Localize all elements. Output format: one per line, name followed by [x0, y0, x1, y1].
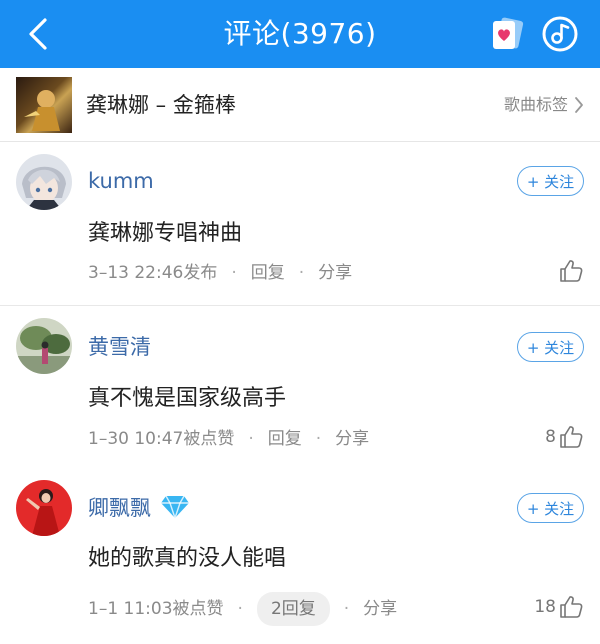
share-button[interactable]: 分享	[335, 426, 369, 452]
song-tag-label: 歌曲标签	[503, 95, 568, 114]
comment-text[interactable]: 龚琳娜专唱神曲	[88, 218, 242, 250]
like-button[interactable]: 8	[545, 424, 584, 450]
song-tag-link[interactable]: 歌曲标签	[504, 92, 584, 118]
like-button[interactable]: 18	[534, 594, 584, 620]
follow-button[interactable]: + 关注	[517, 166, 584, 196]
album-cover[interactable]	[16, 77, 72, 133]
comment-text[interactable]: 她的歌真的没人能唱	[88, 543, 286, 575]
avatar[interactable]	[16, 480, 72, 536]
anime-avatar-image	[16, 154, 72, 210]
comment-time: 1–30 10:47被点赞	[88, 429, 235, 449]
comment-meta: 1–30 10:47被点赞 · 回复 · 分享	[88, 426, 369, 452]
reply-button[interactable]: 回复	[268, 426, 302, 452]
user-name[interactable]: kumm	[88, 167, 154, 195]
comment-item: kumm + 关注 龚琳娜专唱神曲 3–13 22:46发布 · 回复 · 分享	[0, 142, 600, 306]
heart-card-icon	[493, 17, 524, 49]
thumbs-up-icon	[560, 426, 583, 448]
user-name[interactable]: 黄雪清	[88, 333, 151, 361]
separator-dot: ·	[298, 263, 305, 283]
song-title[interactable]: 龚琳娜 – 金箍棒	[86, 90, 236, 120]
follow-button[interactable]: + 关注	[517, 493, 584, 523]
chevron-right-icon	[575, 97, 583, 113]
top-bar: 评论(3976)	[0, 0, 600, 68]
comment-meta: 3–13 22:46发布 · 回复 · 分享	[88, 260, 352, 286]
replies-button[interactable]: 2回复	[256, 592, 330, 626]
thumbs-up-icon	[560, 596, 583, 618]
comment-meta: 1–1 11:03被点赞 · 2回复 · 分享	[88, 592, 397, 626]
avatar[interactable]	[16, 154, 72, 210]
reply-button[interactable]: 回复	[251, 260, 285, 286]
share-button[interactable]: 分享	[318, 260, 352, 286]
comment-time: 1–1 11:03被点赞	[88, 599, 224, 619]
song-info-bar[interactable]: 龚琳娜 – 金箍棒 歌曲标签	[0, 68, 600, 142]
diamond-vip-icon	[161, 495, 189, 520]
comment-item: 黄雪清 + 关注 真不愧是国家级高手 1–30 10:47被点赞 · 回复 · …	[0, 306, 600, 466]
music-note-circle-icon	[542, 16, 578, 52]
comment-time: 3–13 22:46发布	[88, 263, 218, 283]
comment-text[interactable]: 真不愧是国家级高手	[88, 383, 286, 415]
separator-dot: ·	[248, 429, 254, 449]
share-button[interactable]: 分享	[363, 596, 397, 622]
user-name[interactable]: 卿飘飘	[88, 494, 151, 522]
follow-button[interactable]: + 关注	[517, 332, 584, 362]
avatar[interactable]	[16, 318, 72, 374]
garden-avatar-image	[16, 318, 72, 374]
album-art-figure	[24, 90, 60, 131]
like-count: 18	[534, 597, 556, 617]
thumbs-up-icon	[560, 260, 583, 282]
now-playing-button[interactable]	[541, 15, 579, 53]
like-count: 8	[545, 427, 556, 447]
comment-item: 卿飘飘 + 关注 她的歌真的没人能唱 1–1 11:03被点赞 · 2回复 · …	[0, 466, 600, 644]
favorite-card-button[interactable]	[489, 16, 525, 52]
like-button[interactable]	[556, 258, 584, 284]
separator-dot: ·	[315, 429, 322, 449]
separator-dot: ·	[231, 263, 237, 283]
red-dress-avatar-image	[16, 480, 72, 536]
separator-dot: ·	[237, 599, 243, 619]
separator-dot: ·	[343, 599, 350, 619]
